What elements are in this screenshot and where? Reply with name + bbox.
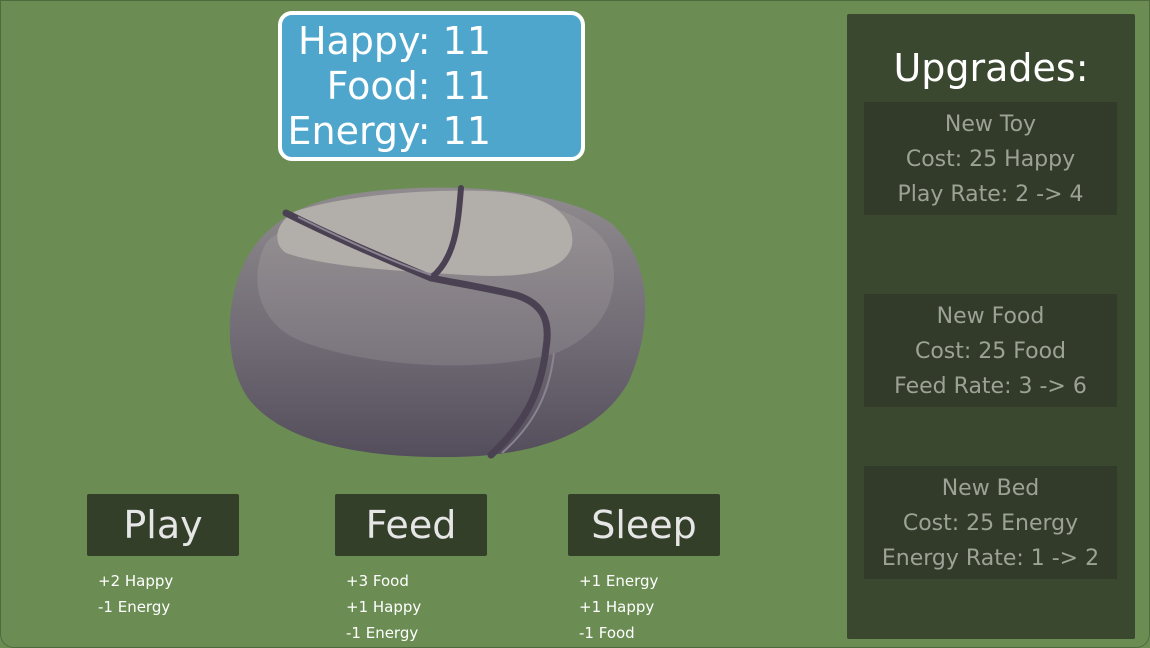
feed-effects: +3 Food +1 Happy -1 Energy [346, 568, 421, 646]
upgrade-cost: Cost: 25 Energy [902, 511, 1079, 536]
sleep-effects: +1 Energy +1 Happy -1 Food [579, 568, 658, 646]
sleep-button[interactable]: Sleep [568, 494, 720, 556]
effect-text: +2 Happy [98, 572, 174, 590]
play-button[interactable]: Play [87, 494, 239, 556]
play-effects: +2 Happy -1 Energy [98, 568, 173, 620]
upgrade-rate: Energy Rate: 1 -> 2 [881, 546, 1100, 571]
rock-pet-icon[interactable] [226, 183, 650, 463]
upgrade-cost: Cost: 25 Happy [905, 147, 1076, 172]
upgrade-new-toy[interactable]: New Toy Cost: 25 Happy Play Rate: 2 -> 4 [864, 102, 1117, 215]
effect-text: -1 Energy [98, 598, 171, 616]
feed-button[interactable]: Feed [335, 494, 487, 556]
upgrade-name: New Bed [941, 476, 1040, 501]
effect-text: +3 Food [346, 572, 409, 590]
upgrade-name: New Food [936, 304, 1045, 329]
upgrade-rate: Play Rate: 2 -> 4 [897, 182, 1084, 207]
upgrades-panel: Upgrades: New Toy Cost: 25 Happy Play Ra… [847, 14, 1135, 639]
upgrade-cost: Cost: 25 Food [914, 339, 1067, 364]
upgrade-rate: Feed Rate: 3 -> 6 [894, 374, 1087, 399]
happy-stat: Happy: 11 [297, 19, 491, 63]
effect-text: +1 Happy [579, 598, 655, 616]
effect-text: +1 Energy [579, 572, 659, 590]
energy-stat: Energy: 11 [287, 109, 491, 153]
upgrade-new-bed[interactable]: New Bed Cost: 25 Energy Energy Rate: 1 -… [864, 466, 1117, 579]
upgrade-new-food[interactable]: New Food Cost: 25 Food Feed Rate: 3 -> 6 [864, 294, 1117, 407]
stats-panel: Happy: 11 Food: 11 Energy: 11 [278, 11, 585, 161]
food-stat: Food: 11 [326, 64, 491, 108]
effect-text: -1 Energy [346, 624, 419, 642]
upgrades-title: Upgrades: [893, 46, 1089, 90]
effect-text: +1 Happy [346, 598, 422, 616]
upgrade-name: New Toy [944, 112, 1037, 137]
effect-text: -1 Food [579, 624, 635, 642]
